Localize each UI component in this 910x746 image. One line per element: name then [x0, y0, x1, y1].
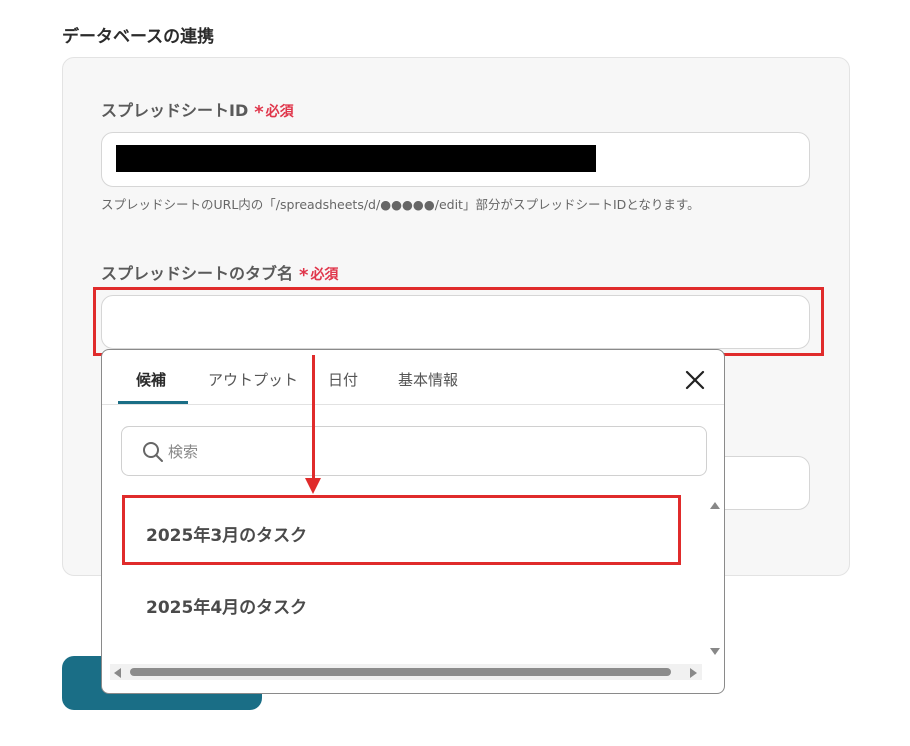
asterisk-icon: * — [254, 102, 264, 123]
option-highlight — [122, 495, 681, 565]
tab-basic-info[interactable]: 基本情報 — [398, 369, 458, 390]
vertical-scrollbar[interactable] — [707, 498, 721, 658]
option-2025-april[interactable]: 2025年4月のタスク — [146, 593, 307, 618]
horizontal-scroll-thumb[interactable] — [130, 668, 671, 676]
required-marker: * 必須 — [299, 265, 339, 286]
search-input[interactable] — [168, 439, 688, 465]
spreadsheet-id-label: スプレッドシートID * 必須 — [101, 97, 294, 123]
tab-name-label-text: スプレッドシートのタブ名 — [101, 264, 294, 283]
spreadsheet-id-label-text: スプレッドシートID — [101, 101, 249, 120]
asterisk-icon: * — [299, 265, 309, 286]
redacted-value — [116, 145, 596, 172]
scroll-down-icon[interactable] — [710, 648, 720, 655]
tab-name-label: スプレッドシートのタブ名 * 必須 — [101, 260, 338, 286]
required-text: 必須 — [310, 267, 339, 283]
tab-output[interactable]: アウトプット — [208, 369, 298, 390]
search-box — [121, 426, 707, 476]
section-title: データベースの連携 — [62, 27, 215, 47]
search-icon — [142, 441, 164, 463]
tab-name-highlight — [93, 287, 824, 356]
active-tab-indicator — [118, 401, 188, 404]
spreadsheet-id-hint: スプレッドシートのURL内の「/spreadsheets/d/●●●●●/edi… — [101, 197, 700, 212]
required-marker: * 必須 — [254, 102, 294, 123]
scroll-left-icon[interactable] — [114, 668, 121, 678]
tab-date[interactable]: 日付 — [328, 369, 358, 390]
dropdown-tabs: 候補 アウトプット 日付 基本情報 — [102, 350, 724, 405]
required-text: 必須 — [265, 104, 294, 120]
close-icon[interactable] — [683, 368, 707, 392]
horizontal-scrollbar[interactable] — [110, 664, 702, 680]
scroll-up-icon[interactable] — [710, 502, 720, 509]
annotation-arrow-head — [305, 478, 321, 494]
annotation-arrow-line — [312, 355, 315, 480]
scroll-right-icon[interactable] — [690, 668, 697, 678]
tab-candidates[interactable]: 候補 — [136, 369, 166, 390]
